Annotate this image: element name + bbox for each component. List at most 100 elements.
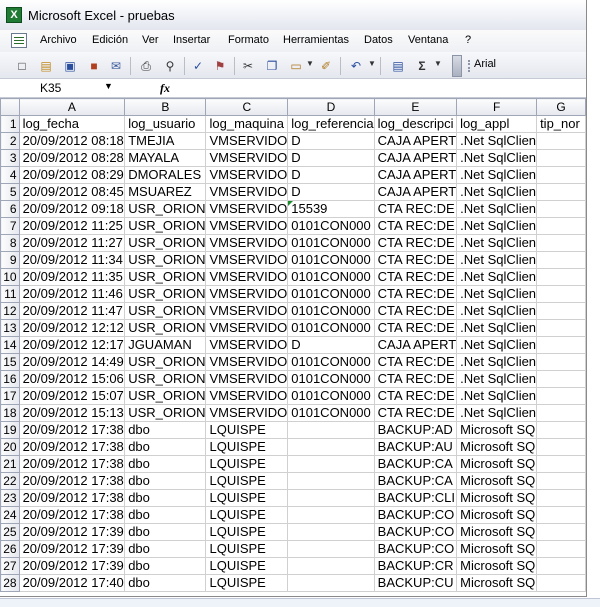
cell-c5[interactable]: VMSERVIDO bbox=[205, 183, 289, 201]
menu-ventana[interactable]: Ventana bbox=[408, 34, 448, 46]
menu-ver[interactable]: Ver bbox=[142, 34, 159, 46]
cell-b7[interactable]: USR_ORION bbox=[124, 217, 207, 235]
name-box[interactable]: K35 bbox=[0, 79, 118, 97]
cell-d17[interactable]: 0101CON000 bbox=[287, 387, 375, 405]
cell-e7[interactable]: CTA REC:DE bbox=[373, 217, 458, 235]
row-header[interactable]: 22 bbox=[0, 472, 20, 490]
cell-f17[interactable]: .Net SqlClien bbox=[456, 387, 538, 405]
cell-f12[interactable]: .Net SqlClien bbox=[456, 302, 538, 320]
cell-d21[interactable] bbox=[287, 455, 375, 473]
cell-c3[interactable]: VMSERVIDO bbox=[205, 149, 289, 167]
menu-insertar[interactable]: Insertar bbox=[173, 34, 210, 46]
cell-g11[interactable] bbox=[536, 285, 586, 303]
cell-a9[interactable]: 20/09/2012 11:34 bbox=[18, 251, 126, 269]
row-header[interactable]: 20 bbox=[0, 438, 20, 456]
hyperlink-icon[interactable]: ▤ bbox=[390, 58, 406, 74]
menu-edicion[interactable]: Edición bbox=[92, 34, 128, 46]
cell-g1[interactable]: tip_nor bbox=[536, 115, 586, 133]
paste-dropdown-icon[interactable]: ▼ bbox=[306, 59, 314, 68]
cell-c16[interactable]: VMSERVIDO bbox=[205, 370, 289, 388]
cell-e28[interactable]: BACKUP:CU bbox=[373, 574, 458, 592]
cell-d13[interactable]: 0101CON000 bbox=[287, 319, 375, 337]
cell-d22[interactable] bbox=[287, 472, 375, 490]
cell-b2[interactable]: TMEJIA bbox=[124, 132, 207, 150]
cell-c26[interactable]: LQUISPE bbox=[205, 540, 289, 558]
cell-d9[interactable]: 0101CON000 bbox=[287, 251, 375, 269]
cell-a6[interactable]: 20/09/2012 09:18 bbox=[18, 200, 126, 218]
print-preview-icon[interactable]: ⚲ bbox=[162, 58, 178, 74]
cell-e20[interactable]: BACKUP:AU bbox=[373, 438, 458, 456]
cell-c8[interactable]: VMSERVIDO bbox=[205, 234, 289, 252]
cell-g13[interactable] bbox=[536, 319, 586, 337]
new-icon[interactable]: □ bbox=[14, 58, 30, 74]
spreadsheet-table[interactable]: A B C D E F G 1 log_fecha log_usuario log_m… bbox=[0, 98, 586, 592]
cell-c24[interactable]: LQUISPE bbox=[205, 506, 289, 524]
cell-c9[interactable]: VMSERVIDO bbox=[205, 251, 289, 269]
cell-d15[interactable]: 0101CON000 bbox=[287, 353, 375, 371]
cell-b24[interactable]: dbo bbox=[124, 506, 207, 524]
cell-b5[interactable]: MSUAREZ bbox=[124, 183, 207, 201]
undo-icon[interactable]: ↶ bbox=[348, 58, 364, 74]
cell-b6[interactable]: USR_ORION bbox=[124, 200, 207, 218]
cell-b20[interactable]: dbo bbox=[124, 438, 207, 456]
cell-d14[interactable]: D bbox=[287, 336, 375, 354]
cell-b9[interactable]: USR_ORION bbox=[124, 251, 207, 269]
cell-c27[interactable]: LQUISPE bbox=[205, 557, 289, 575]
cell-d7[interactable]: 0101CON000 bbox=[287, 217, 375, 235]
cell-f4[interactable]: .Net SqlClien bbox=[456, 166, 538, 184]
cell-a25[interactable]: 20/09/2012 17:39 bbox=[18, 523, 126, 541]
cell-d23[interactable] bbox=[287, 489, 375, 507]
cell-g3[interactable] bbox=[536, 149, 586, 167]
menu-help[interactable]: ? bbox=[465, 34, 471, 46]
cell-g22[interactable] bbox=[536, 472, 586, 490]
cell-g26[interactable] bbox=[536, 540, 586, 558]
cell-c11[interactable]: VMSERVIDO bbox=[205, 285, 289, 303]
select-all-corner[interactable] bbox=[0, 98, 20, 116]
cell-g12[interactable] bbox=[536, 302, 586, 320]
cell-e11[interactable]: CTA REC:DE bbox=[373, 285, 458, 303]
cell-g4[interactable] bbox=[536, 166, 586, 184]
cell-d4[interactable]: D bbox=[287, 166, 375, 184]
column-header[interactable]: D bbox=[287, 98, 375, 116]
workbook-icon[interactable] bbox=[11, 33, 27, 48]
cell-g24[interactable] bbox=[536, 506, 586, 524]
cell-d20[interactable] bbox=[287, 438, 375, 456]
cell-b23[interactable]: dbo bbox=[124, 489, 207, 507]
cell-a4[interactable]: 20/09/2012 08:29 bbox=[18, 166, 126, 184]
row-header[interactable]: 19 bbox=[0, 421, 20, 439]
cell-f7[interactable]: .Net SqlClien bbox=[456, 217, 538, 235]
cell-c25[interactable]: LQUISPE bbox=[205, 523, 289, 541]
cell-g27[interactable] bbox=[536, 557, 586, 575]
cell-b3[interactable]: MAYALA bbox=[124, 149, 207, 167]
cell-g20[interactable] bbox=[536, 438, 586, 456]
cell-f22[interactable]: Microsoft SQ bbox=[456, 472, 538, 490]
cell-e27[interactable]: BACKUP:CR bbox=[373, 557, 458, 575]
cell-c15[interactable]: VMSERVIDO bbox=[205, 353, 289, 371]
cell-a23[interactable]: 20/09/2012 17:38 bbox=[18, 489, 126, 507]
cell-e12[interactable]: CTA REC:DE bbox=[373, 302, 458, 320]
format-painter-icon[interactable]: ✐ bbox=[318, 58, 334, 74]
cell-a11[interactable]: 20/09/2012 11:46 bbox=[18, 285, 126, 303]
cell-d18[interactable]: 0101CON000 bbox=[287, 404, 375, 422]
cell-f11[interactable]: .Net SqlClien bbox=[456, 285, 538, 303]
toolbar-grip-icon[interactable] bbox=[468, 60, 472, 72]
cell-f9[interactable]: .Net SqlClien bbox=[456, 251, 538, 269]
print-icon[interactable]: ⎙ bbox=[138, 58, 154, 74]
row-header[interactable]: 6 bbox=[0, 200, 20, 218]
cell-f20[interactable]: Microsoft SQ bbox=[456, 438, 538, 456]
cell-a3[interactable]: 20/09/2012 08:28 bbox=[18, 149, 126, 167]
cell-g2[interactable] bbox=[536, 132, 586, 150]
cell-b16[interactable]: USR_ORION bbox=[124, 370, 207, 388]
cell-f18[interactable]: .Net SqlClien bbox=[456, 404, 538, 422]
cell-f21[interactable]: Microsoft SQ bbox=[456, 455, 538, 473]
cell-a26[interactable]: 20/09/2012 17:39 bbox=[18, 540, 126, 558]
cell-f26[interactable]: Microsoft SQ bbox=[456, 540, 538, 558]
cell-b19[interactable]: dbo bbox=[124, 421, 207, 439]
cell-b21[interactable]: dbo bbox=[124, 455, 207, 473]
cell-a13[interactable]: 20/09/2012 12:12 bbox=[18, 319, 126, 337]
cell-g18[interactable] bbox=[536, 404, 586, 422]
cell-e22[interactable]: BACKUP:CA bbox=[373, 472, 458, 490]
cell-e16[interactable]: CTA REC:DE bbox=[373, 370, 458, 388]
cell-f10[interactable]: .Net SqlClien bbox=[456, 268, 538, 286]
cell-g8[interactable] bbox=[536, 234, 586, 252]
